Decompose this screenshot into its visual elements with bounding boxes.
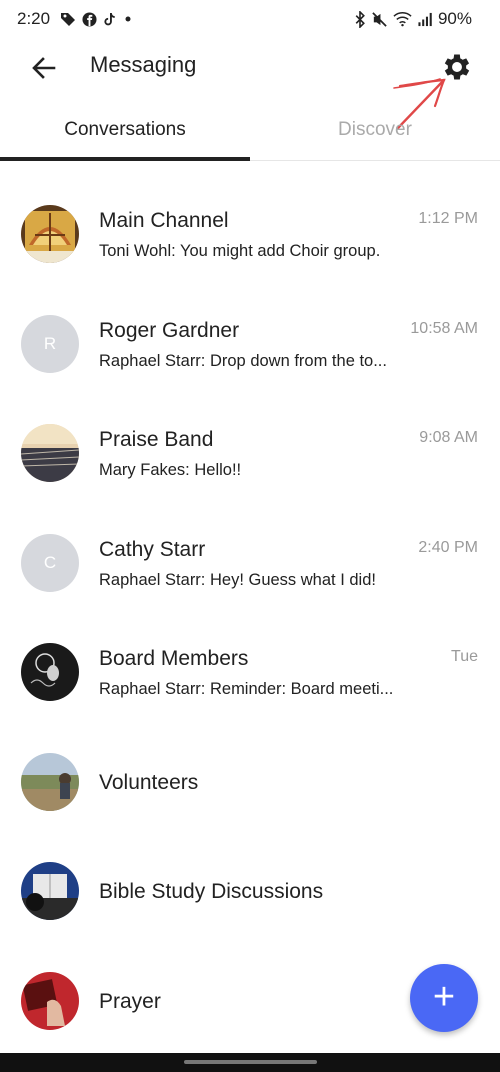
conversation-time: Tue xyxy=(451,648,478,665)
avatar xyxy=(21,971,79,1030)
conversation-row[interactable]: R Roger Gardner Raphael Starr: Drop down… xyxy=(0,275,500,385)
status-time: 2:20 xyxy=(17,9,51,28)
avatar xyxy=(21,752,79,811)
avatar: C xyxy=(21,533,79,592)
page-title: Messaging xyxy=(90,52,197,77)
conversation-name: Roger Gardner xyxy=(99,318,240,342)
status-left-icons xyxy=(60,11,133,27)
conversation-name: Volunteers xyxy=(99,770,199,794)
arrow-left-icon xyxy=(32,57,56,79)
conversation-name: Prayer xyxy=(99,989,161,1013)
tab-bar: Conversations Discover xyxy=(0,104,500,161)
bluetooth-icon xyxy=(355,10,365,28)
avatar xyxy=(21,643,79,701)
tab-label: Discover xyxy=(338,119,412,140)
gear-icon xyxy=(444,54,470,80)
dot-icon xyxy=(125,16,131,22)
conversation-preview: Toni Wohl: You might add Choir group. xyxy=(99,242,381,260)
tab-label: Conversations xyxy=(64,119,186,140)
conversation-preview: Raphael Starr: Reminder: Board meeti... xyxy=(99,680,394,698)
conversation-row[interactable]: Main Channel Toni Wohl: You might add Ch… xyxy=(0,165,500,275)
conversation-row[interactable]: Praise Band Mary Fakes: Hello!! 9:08 AM xyxy=(0,384,500,494)
avatar: R xyxy=(21,314,79,373)
conversation-time: 9:08 AM xyxy=(419,429,478,446)
conversation-row[interactable]: Bible Study Discussions xyxy=(0,822,500,932)
conversation-name: Board Members xyxy=(99,647,249,670)
tab-discover[interactable]: Discover xyxy=(250,104,500,160)
conversation-time: 2:40 PM xyxy=(418,538,478,556)
conversation-time: 10:58 AM xyxy=(410,319,478,337)
facebook-icon xyxy=(82,11,97,27)
avatar xyxy=(21,862,79,920)
conversation-name: Bible Study Discussions xyxy=(99,880,324,903)
new-conversation-button[interactable]: + xyxy=(410,964,478,1032)
conversation-name: Praise Band xyxy=(99,428,214,451)
conversation-preview: Mary Fakes: Hello!! xyxy=(99,461,242,479)
active-tab-indicator xyxy=(0,157,250,161)
conversation-preview: Raphael Starr: Drop down from the to... xyxy=(99,351,387,370)
settings-button[interactable] xyxy=(440,50,474,84)
plus-icon: + xyxy=(432,976,456,1018)
wifi-icon xyxy=(393,12,412,27)
avatar xyxy=(21,424,79,482)
conversation-preview: Raphael Starr: Hey! Guess what I did! xyxy=(99,570,376,589)
mute-icon xyxy=(372,11,387,27)
signal-icon xyxy=(418,12,432,26)
app-bar: Messaging xyxy=(0,38,500,96)
conversation-row[interactable]: Board Members Raphael Starr: Reminder: B… xyxy=(0,603,500,713)
conversation-name: Main Channel xyxy=(99,209,229,232)
status-right: 90% xyxy=(354,9,472,29)
conversation-name: Cathy Starr xyxy=(99,537,206,561)
back-button[interactable] xyxy=(28,52,60,84)
tab-conversations[interactable]: Conversations xyxy=(0,104,250,160)
status-bar: 2:20 90% xyxy=(0,0,500,38)
tag-icon xyxy=(61,13,75,26)
conversation-row[interactable]: C Cathy Starr Raphael Starr: Hey! Guess … xyxy=(0,494,500,604)
battery-percent: 90% xyxy=(437,9,472,28)
tiktok-icon xyxy=(104,12,115,25)
conversation-time: 1:12 PM xyxy=(418,210,478,227)
system-nav-bar xyxy=(0,1053,500,1072)
conversation-list: Main Channel Toni Wohl: You might add Ch… xyxy=(0,165,500,1041)
avatar xyxy=(21,205,79,263)
home-handle[interactable] xyxy=(184,1060,317,1064)
conversation-row[interactable]: Volunteers xyxy=(0,713,500,823)
